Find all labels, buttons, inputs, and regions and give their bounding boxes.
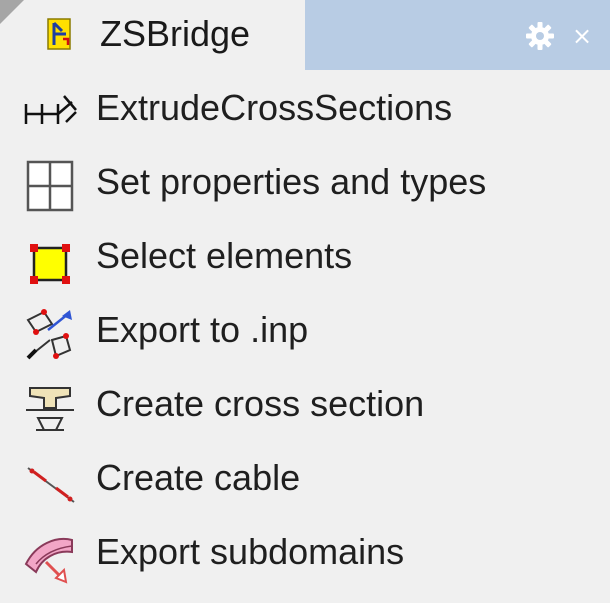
item-label: ExtrudeCrossSections [96, 87, 453, 128]
cable-icon [27, 467, 75, 503]
export-inp-icon [26, 309, 72, 360]
item-label: Create cross section [96, 383, 425, 424]
cross-section-icon [26, 387, 74, 431]
tab-zsbridge[interactable]: ZSBridge [0, 0, 305, 70]
item-label: Export subdomains [96, 531, 405, 572]
item-select-elements[interactable]: Select elements [0, 220, 610, 294]
item-create-cross-section[interactable]: Create cross section [0, 368, 610, 442]
grid-table-icon [26, 160, 74, 212]
panel-tab-bar: ZSBridge × [0, 0, 610, 70]
item-label: Select elements [96, 235, 353, 276]
zsbridge-panel: ZSBridge × ExtrudeCrossSections Set prop… [0, 0, 613, 603]
zsbridge-plugin-icon [47, 18, 71, 50]
item-label: Create cable [96, 457, 301, 498]
tab-corner-marker [0, 0, 24, 24]
extrude-cross-sections-icon [24, 95, 77, 124]
command-list: ExtrudeCrossSections Set properties and … [0, 72, 610, 590]
export-subdomains-icon [24, 538, 73, 584]
item-export-to-inp[interactable]: Export to .inp [0, 294, 610, 368]
item-export-subdomains[interactable]: Export subdomains [0, 516, 610, 590]
item-create-cable[interactable]: Create cable [0, 442, 610, 516]
item-label: Export to .inp [96, 309, 309, 350]
gear-icon[interactable] [524, 20, 556, 52]
tab-title: ZSBridge [100, 13, 251, 54]
item-extrude-cross-sections[interactable]: ExtrudeCrossSections [0, 72, 610, 146]
select-elements-icon [30, 244, 70, 284]
item-set-properties-and-types[interactable]: Set properties and types [0, 146, 610, 220]
item-label: Set properties and types [96, 161, 487, 202]
close-icon[interactable]: × [566, 20, 598, 52]
